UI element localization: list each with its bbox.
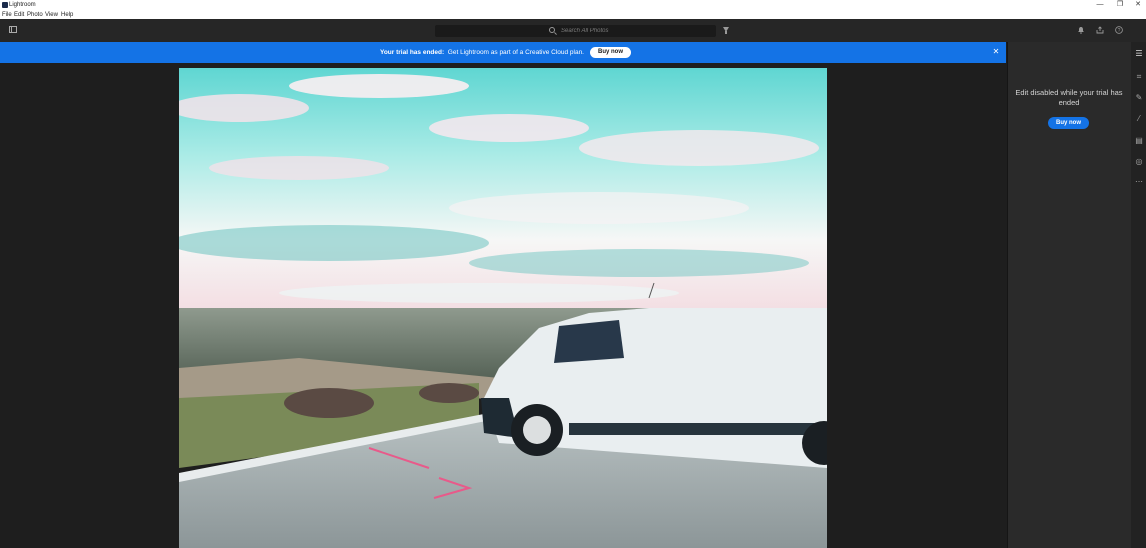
menu-edit[interactable]: Edit [14, 11, 24, 19]
radial-icon[interactable]: ◎ [1134, 157, 1144, 167]
search-icon [549, 27, 555, 33]
brush-icon[interactable]: ⁄ [1134, 114, 1144, 124]
menu-view[interactable]: View [45, 11, 58, 19]
banner-bold-text: Your trial has ended: [379, 49, 445, 56]
toolbar: ? [0, 19, 1146, 43]
banner-text: Get Lightroom as part of a Creative Clou… [447, 49, 584, 56]
trial-banner: Your trial has ended: Get Lightroom as p… [0, 42, 1006, 63]
filter-icon[interactable] [723, 27, 729, 34]
title-bar: Lightroom — ❐ ✕ [0, 0, 1146, 11]
edit-disabled-message: Edit disabled while your trial has ended [1015, 88, 1123, 107]
close-window-button[interactable]: ✕ [1128, 0, 1146, 11]
menu-help[interactable]: Help [61, 11, 73, 19]
share-icon[interactable] [1096, 26, 1104, 34]
restore-button[interactable]: ❐ [1110, 0, 1130, 11]
lightroom-logo-icon [2, 2, 8, 8]
bell-icon[interactable] [1077, 26, 1085, 34]
menu-photo[interactable]: Photo [27, 11, 43, 19]
banner-message: Your trial has ended: Get Lightroom as p… [0, 48, 584, 57]
crop-icon[interactable]: ⌗ [1134, 72, 1144, 82]
search-input[interactable] [561, 26, 681, 36]
panel-buy-now-button[interactable]: Buy now [1048, 117, 1089, 129]
window-title: Lightroom [9, 2, 36, 8]
banner-close-icon[interactable]: ✕ [991, 47, 1001, 57]
banner-buy-now-button[interactable]: Buy now [590, 47, 631, 58]
svg-text:?: ? [1118, 28, 1121, 34]
sidebar-toggle-icon[interactable] [9, 26, 17, 33]
minimize-button[interactable]: — [1090, 0, 1110, 11]
menu-file[interactable]: File [2, 11, 12, 19]
menu-bar: File Edit Photo View Help [0, 11, 1146, 19]
more-icon[interactable]: ⋯ [1134, 177, 1144, 187]
healing-icon[interactable]: ✎ [1134, 93, 1144, 103]
gradient-icon[interactable]: ▤ [1134, 136, 1144, 146]
edit-sliders-icon[interactable]: ☰ [1134, 49, 1144, 59]
help-icon[interactable]: ? [1115, 26, 1123, 34]
photo-preview[interactable] [179, 68, 827, 548]
